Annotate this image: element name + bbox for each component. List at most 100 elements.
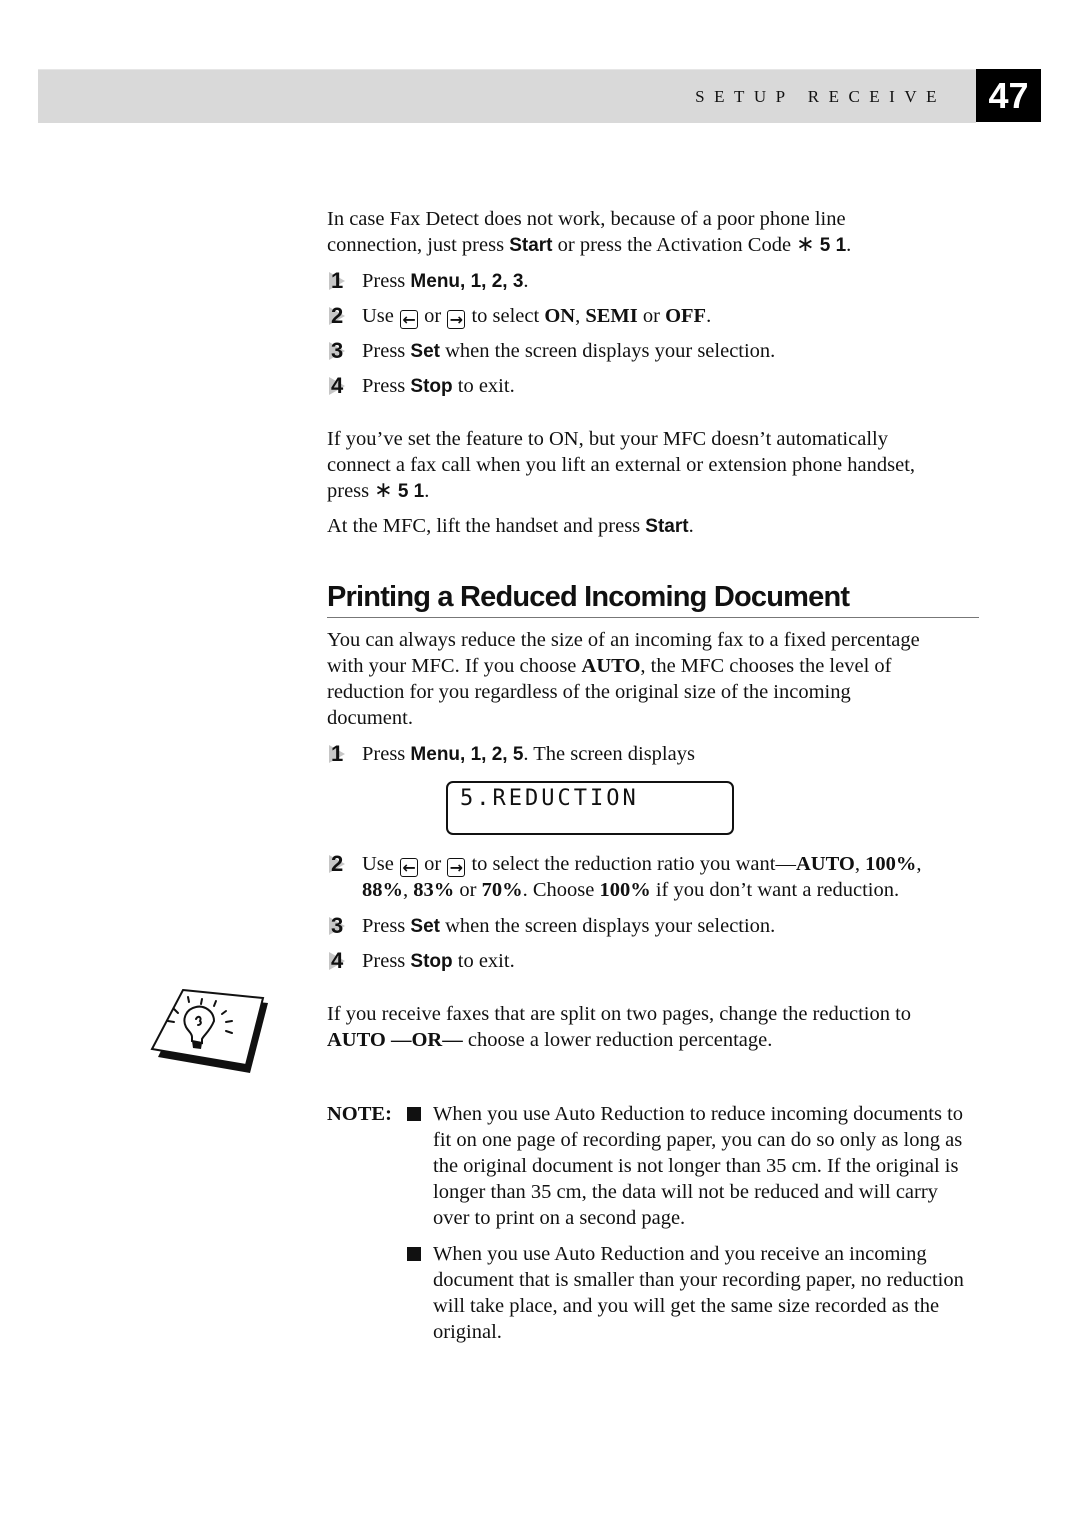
text-line: If you’ve set the feature to ON, but you… <box>327 428 888 450</box>
step-number-marker: 2 <box>327 303 357 329</box>
option-auto: AUTO <box>327 1029 386 1051</box>
lcd-text: 5.REDUCTION <box>460 786 639 811</box>
note-label: NOTE: <box>327 1103 392 1125</box>
section-heading: Printing a Reduced Incoming Document <box>327 579 979 618</box>
option-on: ON <box>544 305 576 327</box>
step-number: 3 <box>331 913 344 938</box>
option-semi: SEMI <box>585 305 638 327</box>
text: , the MFC chooses the level of <box>640 655 892 677</box>
set-key-label: Set <box>410 341 440 362</box>
text: when the screen displays your selection. <box>440 340 776 362</box>
text: Use <box>362 305 400 327</box>
star-icon: ∗ <box>374 478 393 503</box>
text: to exit. <box>452 375 515 397</box>
intro-line-1: In case Fax Detect does not work, becaus… <box>327 208 846 230</box>
text: or <box>637 305 666 327</box>
start-key-label: Start <box>645 516 689 537</box>
set-key-label: Set <box>410 916 440 937</box>
or-label: —OR— <box>385 1029 463 1051</box>
step-number: 4 <box>331 948 344 973</box>
note-item-1: When you use Auto Reduction to reduce in… <box>433 1103 964 1229</box>
left-arrow-key-icon: ← <box>400 310 419 329</box>
step-b-4: 4 Press Stop to exit. <box>327 948 1012 975</box>
step-a-3: 3 Press Set when the screen displays you… <box>327 338 1012 365</box>
text: press <box>327 480 375 502</box>
step-number-marker: 1 <box>327 741 357 767</box>
text: Press <box>362 270 411 292</box>
text-line: connect a fax call when you lift an exte… <box>327 454 916 476</box>
bullet-square-icon <box>407 1247 421 1261</box>
option-88: 88% <box>362 879 403 901</box>
step-b-1: 1 Press Menu, 1, 2, 5. The screen displa… <box>327 741 1012 768</box>
step-number-marker: 3 <box>327 913 357 939</box>
step-number: 1 <box>331 741 344 766</box>
text: . Choose <box>522 879 600 901</box>
page-header-bar: SETUP RECEIVE <box>38 69 976 123</box>
option-auto: AUTO <box>581 655 641 677</box>
option-100: 100% <box>599 879 651 901</box>
activation-code: 5 1 <box>397 481 425 502</box>
bullet-square-icon <box>407 1107 421 1121</box>
step-number-marker: 4 <box>327 948 357 974</box>
left-arrow-key-icon: ← <box>400 858 419 877</box>
text: when the screen displays your selection. <box>440 915 776 937</box>
tip-paragraph: If you receive faxes that are split on t… <box>327 1001 911 1053</box>
text: or <box>419 305 447 327</box>
text: to select the reduction ratio you want— <box>466 853 796 875</box>
step-b-2: 2 Use ← or → to select the reduction rat… <box>327 851 1012 903</box>
step-a-4: 4 Press Stop to exit. <box>327 373 1012 400</box>
option-100: 100% <box>865 853 917 875</box>
text: to exit. <box>452 950 515 972</box>
option-83: 83% <box>413 879 455 901</box>
step-number: 3 <box>331 338 344 363</box>
text-line: If you receive faxes that are split on t… <box>327 1003 912 1025</box>
step-number: 2 <box>331 851 344 876</box>
section-running-title: SETUP RECEIVE <box>695 87 946 106</box>
text-line: document. <box>327 707 413 729</box>
section-intro-paragraph: You can always reduce the size of an inc… <box>327 627 920 731</box>
text-line: press ∗ 5 1. <box>327 478 915 505</box>
step-a-1: 1 Press Menu, 1, 2, 3. <box>327 268 1012 295</box>
page-number: 47 <box>976 69 1041 122</box>
text: Press <box>362 915 411 937</box>
text: Press <box>362 743 411 765</box>
step-number: 2 <box>331 303 344 328</box>
star-icon: ∗ <box>796 232 815 257</box>
text: Press <box>362 375 411 397</box>
mfc-handset-paragraph: At the MFC, lift the handset and press S… <box>327 513 694 540</box>
text-line: AUTO —OR— choose a lower reduction perce… <box>327 1027 911 1053</box>
step-number-marker: 1 <box>327 268 357 294</box>
text-line: reduction for you regardless of the orig… <box>327 681 851 703</box>
intro-line-2: connection, just press Start or press th… <box>327 232 851 259</box>
right-arrow-key-icon: → <box>447 858 466 877</box>
feature-on-paragraph: If you’ve set the feature to ON, but you… <box>327 426 915 505</box>
step-a-2: 2 Use ← or → to select ON, SEMI or OFF. <box>327 303 1012 329</box>
text: if you don’t want a reduction. <box>650 879 900 901</box>
stop-key-label: Stop <box>410 376 453 397</box>
text: At the MFC, lift the handset and press <box>327 515 646 537</box>
text: . The screen displays <box>523 743 695 765</box>
text: Press <box>362 950 411 972</box>
key-sequence: , 1, 2, 5 <box>460 744 524 765</box>
option-off: OFF <box>665 305 707 327</box>
option-70: 70% <box>481 879 523 901</box>
text: . <box>706 305 712 327</box>
text: with your MFC. If you choose <box>327 655 582 677</box>
step-number-marker: 3 <box>327 338 357 364</box>
text: or press the Activation Code <box>552 234 797 256</box>
text: or <box>419 853 447 875</box>
menu-key-label: Menu <box>410 271 461 292</box>
key-sequence: , 1, 2, 3 <box>460 271 524 292</box>
text: connection, just press <box>327 234 510 256</box>
note-item-2: When you use Auto Reduction and you rece… <box>433 1243 964 1343</box>
step-b-3: 3 Press Set when the screen displays you… <box>327 913 1012 940</box>
text: , <box>575 305 586 327</box>
text: Press <box>362 340 411 362</box>
menu-key-label: Menu <box>410 744 461 765</box>
start-key-label: Start <box>509 235 553 256</box>
intro-paragraph: In case Fax Detect does not work, becaus… <box>327 206 851 259</box>
lcd-display: 5.REDUCTION <box>446 781 734 835</box>
text-line: with your MFC. If you choose AUTO, the M… <box>327 653 920 679</box>
activation-code: 5 1 <box>819 235 847 256</box>
step-number: 4 <box>331 373 344 398</box>
